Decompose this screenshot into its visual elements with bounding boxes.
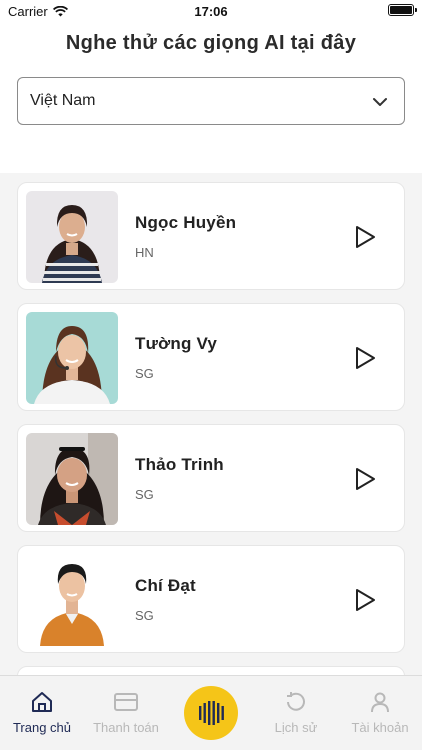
- voice-record-button[interactable]: [184, 686, 238, 740]
- region-dropdown-value: Việt Nam: [30, 92, 96, 109]
- voice-avatar: [26, 554, 118, 646]
- play-icon[interactable]: [354, 467, 376, 491]
- voice-avatar: [26, 433, 118, 525]
- female-portrait-icon: [26, 191, 118, 283]
- clock: 17:06: [194, 4, 228, 19]
- male-portrait-icon: [26, 554, 118, 646]
- battery-icon: [388, 4, 417, 16]
- voice-region: SG: [135, 366, 154, 381]
- chevron-down-icon: [373, 98, 387, 106]
- play-icon[interactable]: [354, 588, 376, 612]
- voice-region: HN: [135, 245, 154, 260]
- voice-name: Thảo Trinh: [135, 455, 224, 474]
- voice-avatar: [26, 191, 118, 283]
- voice-region: SG: [135, 487, 154, 502]
- nav-home-label: Trang chủ: [12, 720, 72, 735]
- voice-card[interactable]: Thảo Trinh SG: [17, 424, 405, 532]
- voice-avatar: [26, 312, 118, 404]
- play-icon[interactable]: [354, 225, 376, 249]
- female-portrait-icon: [26, 312, 118, 404]
- female-portrait-icon: [26, 433, 118, 525]
- voice-card[interactable]: Chí Đạt SG: [17, 545, 405, 653]
- status-bar: Carrier 17:06: [0, 0, 422, 22]
- voice-name: Chí Đạt: [135, 576, 196, 595]
- voice-region: SG: [135, 608, 154, 623]
- sound-wave-icon: [199, 701, 224, 725]
- voice-name: Tường Vy: [135, 334, 218, 353]
- user-icon: [371, 692, 389, 713]
- history-icon: [287, 692, 305, 711]
- nav-home[interactable]: Trang chủ: [0, 686, 84, 735]
- voice-name: Ngọc Huyền: [135, 213, 237, 232]
- nav-history[interactable]: Lịch sử: [254, 686, 338, 735]
- home-icon: [32, 692, 52, 712]
- nav-account[interactable]: Tài khoản: [338, 686, 422, 735]
- region-dropdown[interactable]: Việt Nam: [17, 77, 405, 125]
- voice-card[interactable]: Tường Vy SG: [17, 303, 405, 411]
- voice-card[interactable]: Ngọc Huyền HN: [17, 182, 405, 290]
- nav-payment[interactable]: Thanh toán: [84, 686, 168, 735]
- play-icon[interactable]: [354, 346, 376, 370]
- nav-history-label: Lịch sử: [274, 720, 318, 735]
- page-title: Nghe thử các giọng AI tại đây: [65, 32, 357, 54]
- bottom-nav: Trang chủ Thanh toán Lịch sử Tài khoản: [0, 675, 422, 750]
- nav-account-label: Tài khoản: [351, 720, 409, 735]
- voice-card[interactable]: [17, 666, 405, 675]
- nav-payment-label: Thanh toán: [93, 720, 159, 735]
- credit-card-icon: [114, 693, 138, 711]
- voice-list[interactable]: Ngọc Huyền HN Tường Vy SG Thảo Trinh SG …: [0, 173, 422, 675]
